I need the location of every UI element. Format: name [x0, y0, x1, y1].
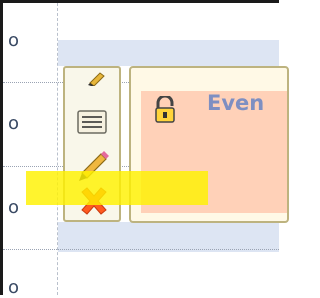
pencil-icon [88, 72, 105, 87]
event-title: Even [207, 91, 265, 115]
yellow-highlight-mark [26, 171, 208, 205]
notes-button[interactable] [77, 110, 107, 138]
time-label: o [8, 197, 20, 218]
time-label: o [8, 30, 20, 51]
lock-icon [153, 94, 177, 128]
time-label: o [8, 113, 20, 134]
time-slot-band [58, 40, 279, 66]
time-slot-band [58, 222, 279, 252]
time-slot-divider [3, 249, 279, 250]
notes-icon [77, 110, 107, 134]
edit-small-button[interactable] [87, 70, 107, 90]
